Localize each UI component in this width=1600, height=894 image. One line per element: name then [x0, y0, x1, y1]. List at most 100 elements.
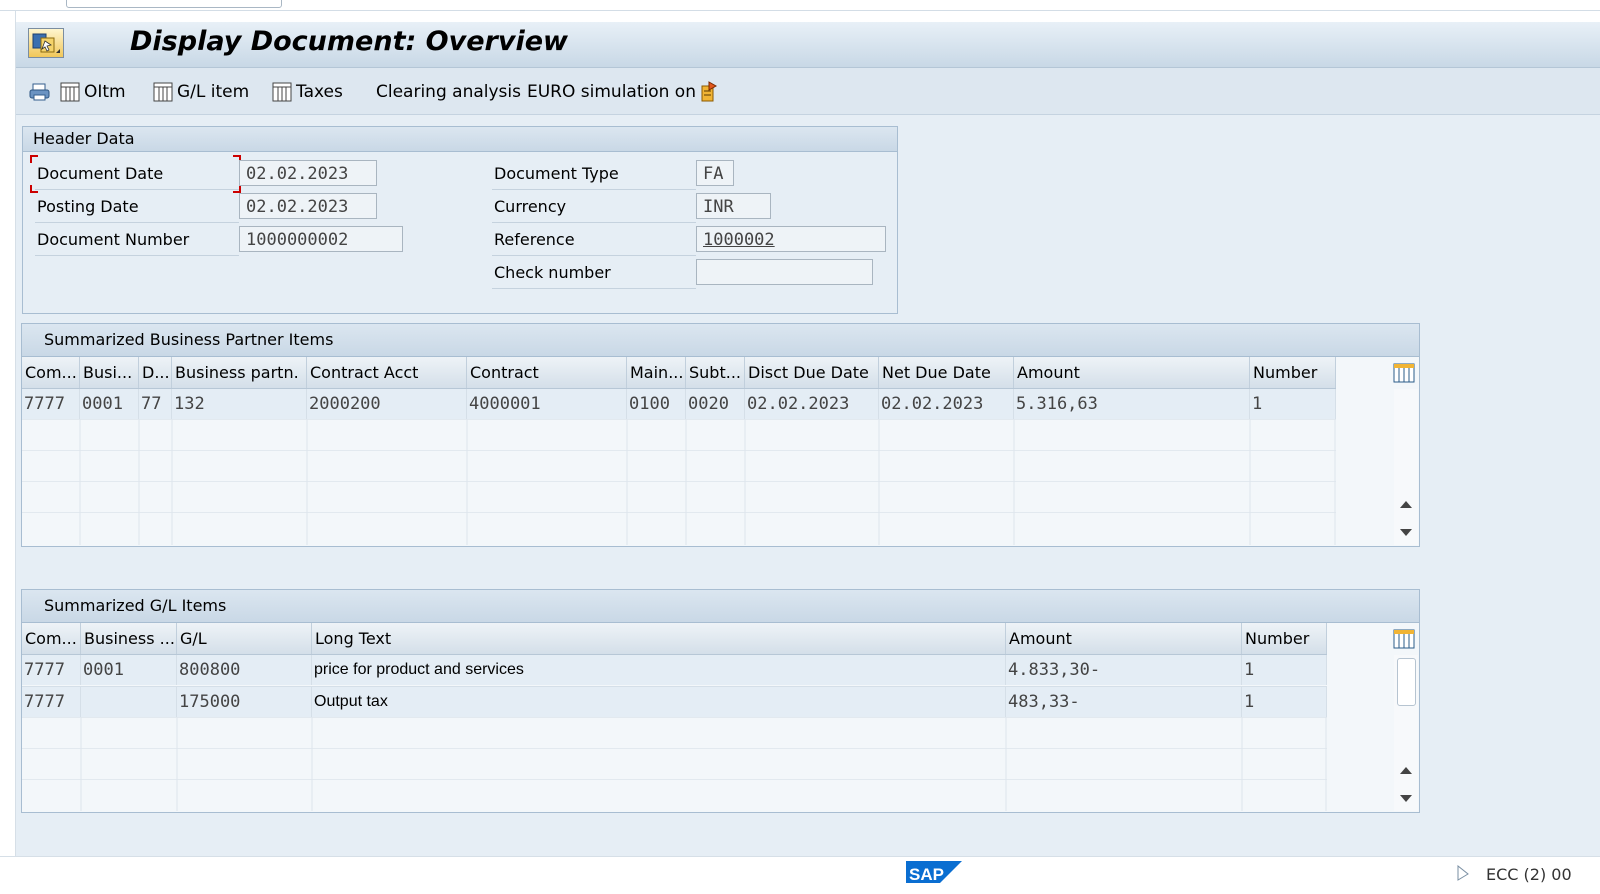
bp-vertical-scrollbar[interactable]: [1394, 389, 1418, 545]
document-type-label: Document Type: [492, 159, 696, 190]
reference-value: 1000002: [703, 230, 775, 250]
table-cell: 132: [172, 389, 307, 419]
col-header[interactable]: Amount: [1014, 357, 1250, 388]
sap-logo: SAP: [906, 861, 962, 883]
bp-items-title: Summarized Business Partner Items: [22, 324, 1419, 357]
grid-icon: [272, 82, 292, 102]
document-number-field[interactable]: 1000000002: [239, 226, 403, 252]
table-cell: 02.02.2023: [745, 389, 879, 419]
check-number-label: Check number: [492, 258, 696, 289]
col-header[interactable]: Business partn.: [172, 357, 307, 388]
col-header[interactable]: Long Text: [312, 623, 1006, 654]
gl-grid-lines: [80, 717, 1327, 811]
scroll-down-icon[interactable]: [1400, 529, 1412, 536]
col-header[interactable]: Number: [1250, 357, 1336, 388]
gl-items-table: Summarized G/L Items Com... Business ...…: [21, 589, 1420, 813]
status-flag-icon[interactable]: [1456, 865, 1470, 881]
command-field[interactable]: [66, 0, 282, 8]
main-area: Display Document: Overview OItm G/L item: [16, 22, 1600, 856]
print-icon: [29, 83, 50, 101]
status-bar: SAP ECC (2) 00: [0, 856, 1600, 894]
gl-item-label: G/L item: [177, 82, 250, 102]
oitm-label: OItm: [84, 82, 126, 102]
table-cell: 0001: [81, 655, 177, 685]
column-config-icon[interactable]: [1393, 363, 1415, 383]
bp-items-header: Com... Busi... D... Business partn. Cont…: [22, 357, 1336, 389]
scroll-up-icon[interactable]: [1400, 501, 1412, 508]
table-cell: 2000200: [307, 389, 467, 419]
currency-label: Currency: [492, 192, 696, 223]
document-date-field[interactable]: 02.02.2023: [239, 160, 377, 186]
grid-icon: [60, 82, 80, 102]
euro-simulation-icon[interactable]: [700, 80, 718, 104]
table-cell: 483,33-: [1006, 687, 1242, 717]
system-info[interactable]: ECC (2) 00: [1486, 865, 1572, 884]
document-number-label: Document Number: [35, 225, 239, 256]
col-header[interactable]: Contract: [467, 357, 627, 388]
col-header[interactable]: Com...: [22, 357, 80, 388]
col-header[interactable]: Disct Due Date: [745, 357, 879, 388]
oitm-button[interactable]: OItm: [60, 80, 126, 104]
title-bar: Display Document: Overview: [16, 22, 1600, 68]
bp-grid-lines: [79, 419, 1336, 545]
table-cell: 0020: [686, 389, 745, 419]
gl-vertical-scrollbar[interactable]: [1394, 655, 1418, 811]
gl-items-header: Com... Business ... G/L Long Text Amount…: [22, 623, 1327, 655]
table-cell: price for product and services: [312, 655, 1006, 685]
gl-item-button[interactable]: G/L item: [153, 80, 249, 104]
col-header[interactable]: Contract Acct: [307, 357, 467, 388]
header-data-title: Header Data: [23, 127, 897, 152]
document-type-field[interactable]: FA: [696, 160, 734, 186]
table-cell: 1: [1242, 655, 1327, 685]
scroll-down-icon[interactable]: [1400, 795, 1412, 802]
table-cell: 0001: [80, 389, 139, 419]
table-cell: 7777: [22, 655, 81, 685]
col-header[interactable]: Main...: [627, 357, 686, 388]
gl-items-title: Summarized G/L Items: [22, 590, 1419, 623]
col-header[interactable]: Subt...: [686, 357, 745, 388]
table-cell: 0100: [627, 389, 686, 419]
col-header[interactable]: G/L: [177, 623, 312, 654]
application-toolbar: OItm G/L item Taxes Clearing analysis EU…: [16, 68, 1600, 115]
col-header[interactable]: Com...: [22, 623, 81, 654]
taxes-label: Taxes: [296, 82, 343, 102]
table-cell: 4.833,30-: [1006, 655, 1242, 685]
table-cell: 5.316,63: [1014, 389, 1250, 419]
posting-date-label: Posting Date: [35, 192, 239, 223]
reference-field[interactable]: 1000002: [696, 226, 886, 252]
currency-field[interactable]: INR: [696, 193, 771, 219]
scroll-thumb[interactable]: [1397, 658, 1416, 706]
check-number-field[interactable]: [696, 259, 873, 285]
table-cell: 4000001: [467, 389, 627, 419]
table-row[interactable]: 7777 0001 77 132 2000200 4000001 0100 00…: [22, 389, 1336, 419]
table-row[interactable]: 7777 0001 800800 price for product and s…: [22, 655, 1327, 685]
col-header[interactable]: Business ...: [81, 623, 177, 654]
col-header[interactable]: Busi...: [80, 357, 139, 388]
col-header[interactable]: Amount: [1006, 623, 1242, 654]
euro-simulation-button[interactable]: EURO simulation on: [527, 80, 696, 104]
header-data-panel: Header Data Document Date 02.02.2023 Pos…: [22, 126, 898, 314]
col-header[interactable]: Number: [1242, 623, 1327, 654]
taxes-button[interactable]: Taxes: [272, 80, 343, 104]
transaction-icon[interactable]: [28, 28, 64, 58]
column-config-icon[interactable]: [1393, 629, 1415, 649]
col-header[interactable]: D...: [139, 357, 172, 388]
document-date-label: Document Date: [35, 159, 239, 190]
table-cell: 800800: [177, 655, 312, 685]
scroll-up-icon[interactable]: [1400, 767, 1412, 774]
table-cell: 1: [1242, 687, 1327, 717]
table-cell: 7777: [22, 687, 81, 717]
clearing-analysis-button[interactable]: Clearing analysis: [376, 80, 521, 104]
page-title: Display Document: Overview: [130, 26, 568, 57]
reference-label: Reference: [492, 225, 696, 256]
table-row[interactable]: 7777 175000 Output tax 483,33- 1: [22, 686, 1327, 717]
bp-items-table: Summarized Business Partner Items Com...…: [21, 323, 1420, 547]
table-cell: 02.02.2023: [879, 389, 1014, 419]
table-cell: 77: [139, 389, 172, 419]
table-cell: 1: [1250, 389, 1336, 419]
print-button[interactable]: [28, 80, 52, 104]
col-header[interactable]: Net Due Date: [879, 357, 1014, 388]
posting-date-field[interactable]: 02.02.2023: [239, 193, 377, 219]
table-cell: Output tax: [312, 687, 1006, 717]
table-cell: 7777: [22, 389, 80, 419]
